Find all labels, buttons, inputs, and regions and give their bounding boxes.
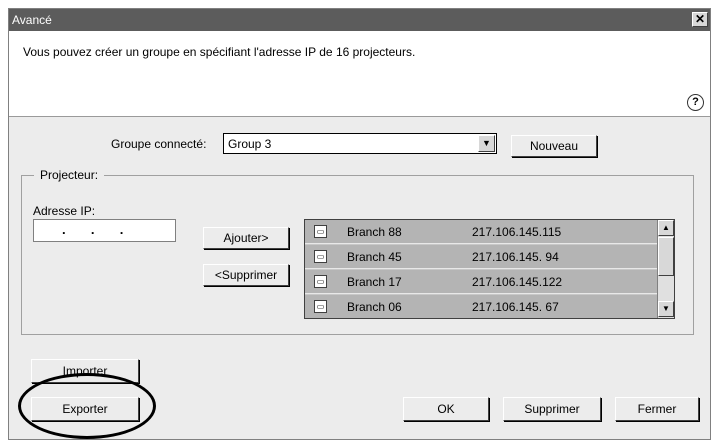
add-button[interactable]: Ajouter> xyxy=(203,227,289,249)
list-item[interactable]: ▭ Branch 88 217.106.145.115 xyxy=(305,220,659,244)
item-ip: 217.106.145. 94 xyxy=(472,250,559,264)
item-ip: 217.106.145.115 xyxy=(472,225,562,239)
header-description: Vous pouvez créer un groupe en spécifian… xyxy=(23,45,416,59)
ok-button[interactable]: OK xyxy=(403,397,489,421)
close-button[interactable]: Fermer xyxy=(615,397,699,421)
chevron-down-icon[interactable]: ▼ xyxy=(478,135,495,152)
item-name: Branch 17 xyxy=(347,275,402,289)
list-item[interactable]: ▭ Branch 45 217.106.145. 94 xyxy=(305,245,659,269)
highlight-ellipse xyxy=(18,373,156,439)
remove-button[interactable]: <Supprimer xyxy=(203,264,289,286)
item-name: Branch 06 xyxy=(347,300,402,314)
projector-list[interactable]: ▭ Branch 88 217.106.145.115 ▭ Branch 45 … xyxy=(304,219,675,319)
projector-icon: ▭ xyxy=(314,300,327,313)
list-item[interactable]: ▭ Branch 06 217.106.145. 67 xyxy=(305,295,659,318)
projector-icon: ▭ xyxy=(314,225,327,238)
scroll-thumb[interactable] xyxy=(658,237,674,276)
projector-icon: ▭ xyxy=(314,250,327,263)
dialog-header: Vous pouvez créer un groupe en spécifian… xyxy=(9,31,710,117)
close-icon[interactable]: ✕ xyxy=(692,12,708,27)
window-title: Avancé xyxy=(12,13,52,27)
group-dropdown[interactable]: Group 3 ▼ xyxy=(223,133,497,154)
ip-address-value: . . . xyxy=(62,222,124,237)
item-ip: 217.106.145. 67 xyxy=(472,300,559,314)
group-selected-value: Group 3 xyxy=(228,137,272,151)
ip-address-input[interactable]: . . . xyxy=(33,219,176,242)
list-item[interactable]: ▭ Branch 17 217.106.145.122 xyxy=(305,270,659,294)
item-ip: 217.106.145.122 xyxy=(472,275,563,289)
new-group-button[interactable]: Nouveau xyxy=(511,135,597,157)
projector-icon: ▭ xyxy=(314,275,327,288)
list-scrollbar[interactable]: ▲ ▼ xyxy=(657,220,674,318)
scroll-down-icon[interactable]: ▼ xyxy=(658,301,674,317)
help-icon[interactable]: ? xyxy=(687,94,704,111)
ip-address-label: Adresse IP: xyxy=(33,204,96,218)
title-bar: Avancé ✕ xyxy=(9,9,710,31)
scroll-up-icon[interactable]: ▲ xyxy=(658,220,674,236)
item-name: Branch 88 xyxy=(347,225,402,239)
group-label: Groupe connecté: xyxy=(111,137,207,151)
projector-legend: Projecteur: xyxy=(34,168,105,182)
item-name: Branch 45 xyxy=(347,250,402,264)
delete-button[interactable]: Supprimer xyxy=(503,397,601,421)
